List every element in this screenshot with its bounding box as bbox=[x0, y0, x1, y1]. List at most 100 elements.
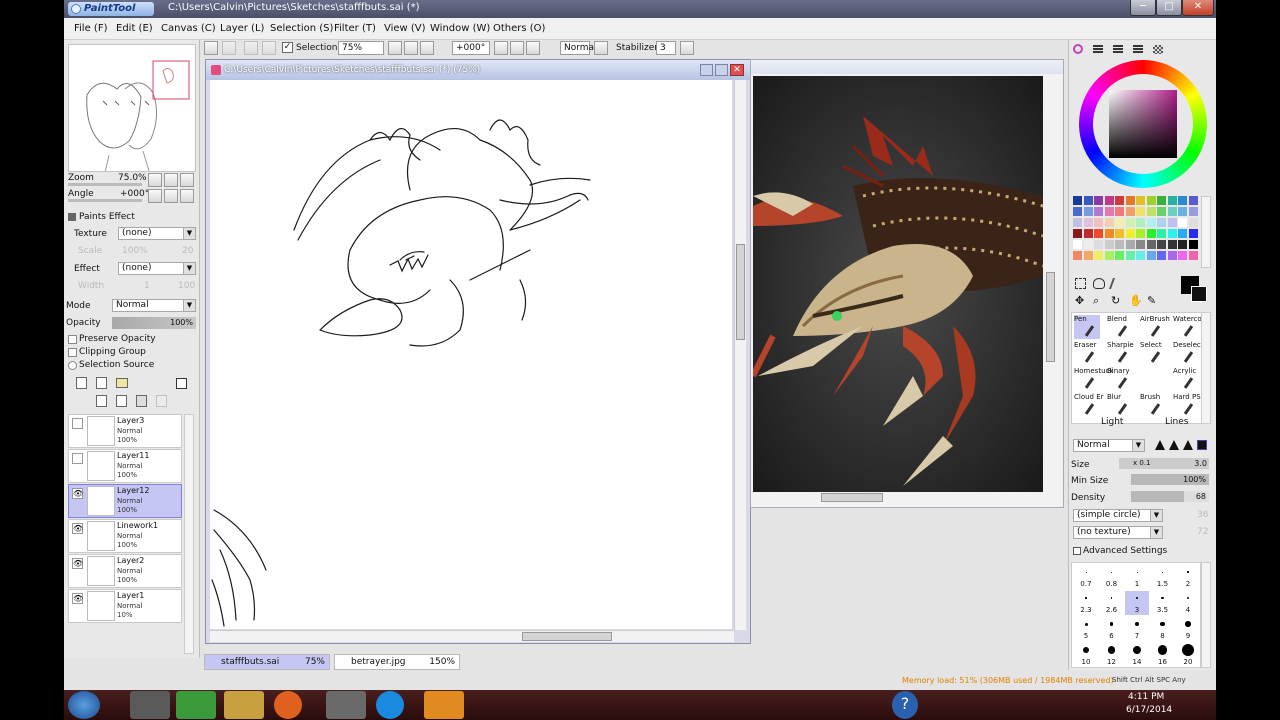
color-swatch[interactable] bbox=[1188, 240, 1198, 249]
color-swatch[interactable] bbox=[1136, 196, 1145, 205]
drawing-canvas[interactable] bbox=[210, 80, 732, 629]
hsv-slider-tab-icon[interactable] bbox=[1113, 45, 1123, 54]
advanced-settings-label[interactable]: Advanced Settings bbox=[1083, 546, 1167, 556]
color-swatch[interactable] bbox=[1125, 229, 1135, 238]
menu-selection[interactable]: Selection (S) bbox=[270, 23, 333, 34]
brush-size-preset[interactable]: 9 bbox=[1176, 617, 1200, 641]
brush-size-preset[interactable]: 8 bbox=[1151, 617, 1175, 641]
nav-zoom-out-button[interactable] bbox=[148, 173, 162, 187]
brush-tool-slot[interactable]: Cloud Er bbox=[1074, 393, 1104, 417]
paints-effect-collapse-icon[interactable] bbox=[68, 213, 76, 221]
layer-visibility-icon[interactable]: 👁 bbox=[72, 593, 83, 604]
canvas-vertical-scrollbar[interactable] bbox=[734, 80, 746, 630]
move-tool-icon[interactable]: ✥ bbox=[1075, 294, 1084, 307]
color-swatch[interactable] bbox=[1115, 229, 1124, 238]
merge-down-icon[interactable] bbox=[116, 395, 127, 407]
canvas-close-button[interactable]: ✕ bbox=[730, 64, 744, 76]
layer-row[interactable]: 👁 Layer2 Normal 100% bbox=[68, 554, 182, 588]
color-swatch[interactable] bbox=[1136, 218, 1145, 227]
color-swatch[interactable] bbox=[1167, 207, 1177, 216]
color-swatch[interactable] bbox=[1115, 196, 1124, 205]
layer-visibility-icon[interactable] bbox=[72, 418, 83, 429]
rotate-right-button[interactable] bbox=[510, 41, 524, 55]
brush-size-preset[interactable]: 12 bbox=[1100, 643, 1124, 667]
color-swatch[interactable] bbox=[1157, 207, 1166, 216]
swatch-tab-icon[interactable] bbox=[1153, 45, 1163, 54]
color-swatch[interactable] bbox=[1178, 207, 1187, 216]
layer-row[interactable]: Layer11 Normal 100% bbox=[68, 449, 182, 483]
layer-opacity-slider[interactable]: 100% bbox=[112, 317, 196, 329]
zoom-tool-icon[interactable]: ⌕ bbox=[1093, 294, 1099, 308]
brush-size-preset[interactable]: 5 bbox=[1074, 617, 1098, 641]
brush-size-preset[interactable]: 0.8 bbox=[1100, 565, 1124, 589]
color-swatch[interactable] bbox=[1167, 229, 1177, 238]
size-slider[interactable]: x 0.1 3.0 bbox=[1119, 458, 1209, 469]
layer-visibility-icon[interactable] bbox=[72, 453, 83, 464]
doc-tab-stafffbuts[interactable]: stafffbuts.sai 75% bbox=[204, 654, 330, 670]
color-swatch[interactable] bbox=[1188, 229, 1198, 238]
color-swatch[interactable] bbox=[1136, 207, 1145, 216]
brush-size-preset[interactable]: 7 bbox=[1125, 617, 1149, 641]
brush-size-preset[interactable]: 2.3 bbox=[1074, 591, 1098, 615]
brush-tool-slot[interactable]: AirBrush bbox=[1140, 315, 1170, 339]
reference-horizontal-scrollbar[interactable] bbox=[753, 492, 1045, 504]
start-button[interactable] bbox=[68, 691, 100, 719]
color-swatch[interactable] bbox=[1178, 218, 1187, 227]
color-swatch[interactable] bbox=[1073, 240, 1082, 249]
magic-wand-icon[interactable] bbox=[1108, 278, 1124, 289]
taskbar-sai-icon[interactable] bbox=[176, 691, 216, 719]
color-swatch[interactable] bbox=[1104, 251, 1114, 260]
clipping-group-checkbox[interactable] bbox=[68, 348, 77, 357]
nav-rotate-left-button[interactable] bbox=[148, 189, 162, 203]
brush-shape-flat-icon[interactable] bbox=[1197, 440, 1207, 450]
layer-row[interactable]: 👁 Layer1 Normal 10% bbox=[68, 589, 182, 623]
doc-tab-betrayer[interactable]: betrayer.jpg 150% bbox=[334, 654, 460, 670]
brush-tool-slot[interactable]: Select bbox=[1140, 341, 1166, 365]
color-swatch[interactable] bbox=[1073, 207, 1082, 216]
hand-tool-icon[interactable]: ✋ bbox=[1129, 294, 1143, 307]
color-swatch[interactable] bbox=[1178, 229, 1187, 238]
lasso-tool-icon[interactable] bbox=[1093, 278, 1105, 289]
color-wheel[interactable] bbox=[1079, 60, 1207, 188]
brush-size-preset[interactable]: 3.5 bbox=[1151, 591, 1175, 615]
preset-scrollbar[interactable] bbox=[1201, 562, 1211, 668]
clock-time[interactable]: 4:11 PM bbox=[1128, 692, 1164, 702]
brush-size-preset[interactable]: 3 bbox=[1125, 591, 1149, 615]
brush-size-preset[interactable]: 1.5 bbox=[1151, 565, 1175, 589]
color-swatch[interactable] bbox=[1104, 207, 1114, 216]
color-swatch[interactable] bbox=[1094, 207, 1103, 216]
brush-tool-slot[interactable]: Sharpie bbox=[1107, 341, 1134, 365]
brush-size-preset[interactable]: 16 bbox=[1151, 643, 1175, 667]
color-swatch[interactable] bbox=[1178, 240, 1187, 249]
brush-size-preset[interactable]: 1 bbox=[1125, 565, 1149, 589]
color-saturation-box[interactable] bbox=[1109, 90, 1177, 158]
layer-visibility-icon[interactable]: 👁 bbox=[72, 488, 83, 499]
color-swatch[interactable] bbox=[1167, 251, 1177, 260]
zoom-out-button[interactable] bbox=[388, 41, 402, 55]
color-swatch[interactable] bbox=[1083, 218, 1093, 227]
undo-button[interactable] bbox=[204, 41, 218, 55]
canvas-horizontal-scrollbar[interactable] bbox=[210, 630, 734, 642]
reference-vertical-scrollbar[interactable] bbox=[1045, 76, 1057, 492]
menu-view[interactable]: View (V) bbox=[384, 23, 426, 34]
stabilizer-dropdown[interactable] bbox=[680, 41, 694, 55]
color-swatches[interactable] bbox=[1073, 196, 1201, 268]
menu-canvas[interactable]: Canvas (C) bbox=[161, 23, 216, 34]
zoom-in-button[interactable] bbox=[404, 41, 418, 55]
color-swatch[interactable] bbox=[1094, 218, 1103, 227]
tool-group-light[interactable]: Light bbox=[1101, 417, 1123, 427]
canvas-minimize-button[interactable] bbox=[700, 64, 713, 76]
taskbar-explorer-icon[interactable] bbox=[130, 691, 170, 719]
taskbar-app-icon[interactable] bbox=[326, 691, 366, 719]
color-swatch[interactable] bbox=[1136, 229, 1145, 238]
color-swatch[interactable] bbox=[1136, 251, 1145, 260]
zoom-slider[interactable] bbox=[68, 183, 142, 186]
brush-size-preset[interactable]: 6 bbox=[1100, 617, 1124, 641]
color-swatch[interactable] bbox=[1125, 240, 1135, 249]
color-swatch[interactable] bbox=[1073, 218, 1082, 227]
color-swatch[interactable] bbox=[1146, 229, 1156, 238]
brush-shape-medium-icon[interactable] bbox=[1169, 440, 1179, 450]
brush-size-preset[interactable]: 10 bbox=[1074, 643, 1098, 667]
layer-visibility-icon[interactable]: 👁 bbox=[72, 523, 83, 534]
color-swatch[interactable] bbox=[1115, 207, 1124, 216]
